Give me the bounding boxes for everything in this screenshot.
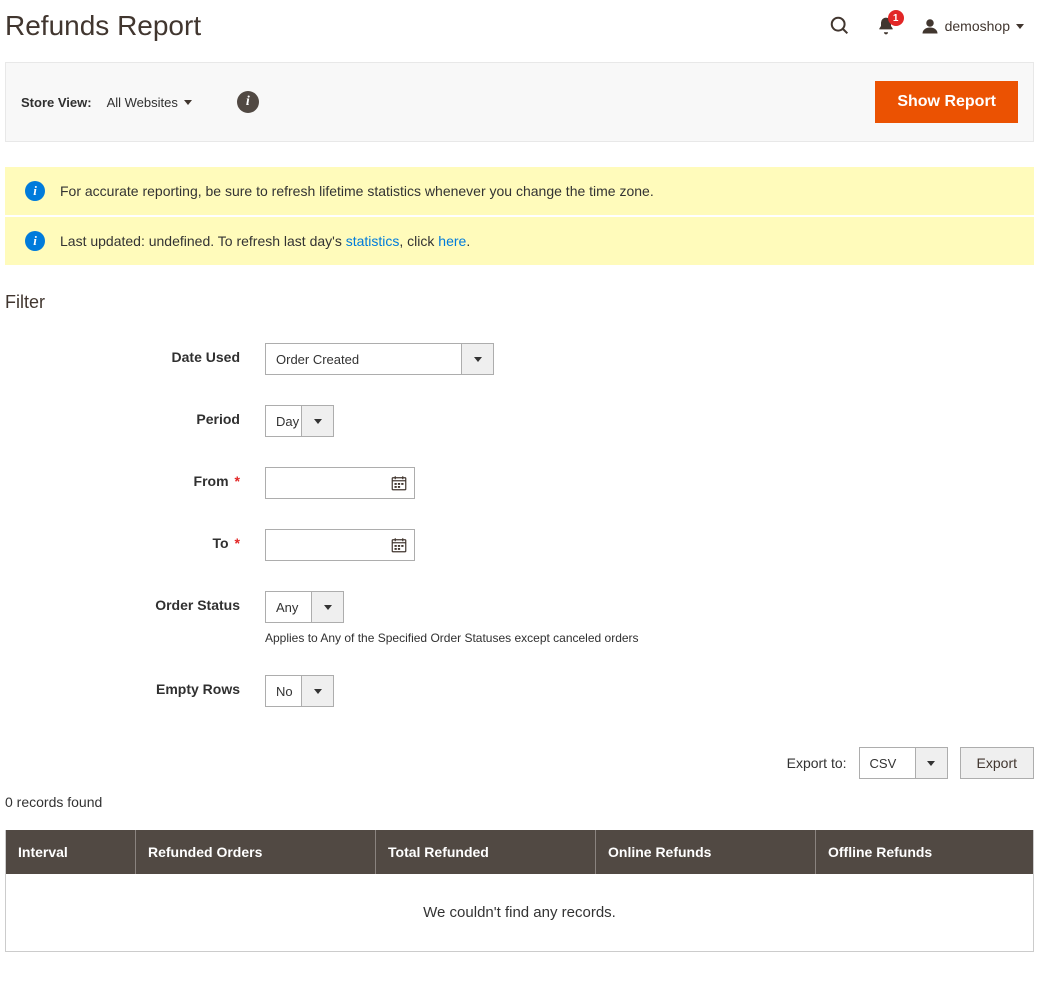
caret-down-icon: [474, 357, 482, 362]
refresh-here-link[interactable]: here: [438, 233, 466, 249]
help-icon[interactable]: i: [237, 91, 259, 113]
report-grid: Interval Refunded Orders Total Refunded …: [5, 830, 1034, 952]
period-select[interactable]: Day: [265, 405, 334, 437]
notification-badge: 1: [888, 10, 904, 26]
scope-bar: Store View: All Websites i Show Report: [5, 62, 1034, 142]
date-used-label: Date Used: [5, 343, 265, 365]
info-message-timezone: i For accurate reporting, be sure to ref…: [5, 167, 1034, 215]
order-status-select[interactable]: Any: [265, 591, 344, 623]
show-report-button[interactable]: Show Report: [875, 81, 1018, 123]
filter-heading: Filter: [5, 292, 1034, 313]
calendar-icon[interactable]: [390, 536, 408, 554]
export-to-label: Export to:: [787, 755, 847, 771]
records-found-text: 0 records found: [0, 794, 1039, 830]
to-label: To*: [5, 529, 265, 551]
grid-header: Interval Refunded Orders Total Refunded …: [6, 830, 1033, 874]
from-date-input[interactable]: [265, 467, 415, 499]
date-used-select[interactable]: Order Created: [265, 343, 494, 375]
to-date-field[interactable]: [276, 538, 371, 553]
caret-down-icon: [927, 761, 935, 766]
to-date-input[interactable]: [265, 529, 415, 561]
info-message-statistics: i Last updated: undefined. To refresh la…: [5, 217, 1034, 265]
caret-down-icon: [1016, 24, 1024, 29]
col-offline-refunds[interactable]: Offline Refunds: [816, 830, 1033, 874]
search-icon[interactable]: [829, 15, 851, 37]
col-total-refunded[interactable]: Total Refunded: [376, 830, 596, 874]
grid-empty-message: We couldn't find any records.: [6, 874, 1033, 951]
caret-down-icon: [184, 100, 192, 105]
caret-down-icon: [314, 689, 322, 694]
empty-rows-label: Empty Rows: [5, 675, 265, 697]
export-button[interactable]: Export: [960, 747, 1034, 779]
info-icon: i: [25, 181, 45, 201]
calendar-icon[interactable]: [390, 474, 408, 492]
from-label: From*: [5, 467, 265, 489]
caret-down-icon: [324, 605, 332, 610]
page-title: Refunds Report: [5, 10, 201, 42]
statistics-link[interactable]: statistics: [346, 233, 400, 249]
period-label: Period: [5, 405, 265, 427]
from-date-field[interactable]: [276, 476, 371, 491]
username: demoshop: [945, 18, 1010, 34]
store-view-select[interactable]: All Websites: [107, 95, 192, 110]
col-online-refunds[interactable]: Online Refunds: [596, 830, 816, 874]
user-menu[interactable]: demoshop: [921, 17, 1024, 35]
order-status-label: Order Status: [5, 591, 265, 613]
export-format-select[interactable]: CSV: [859, 747, 948, 779]
store-view-label: Store View:: [21, 95, 92, 110]
order-status-note: Applies to Any of the Specified Order St…: [265, 631, 1034, 645]
col-refunded-orders[interactable]: Refunded Orders: [136, 830, 376, 874]
empty-rows-select[interactable]: No: [265, 675, 334, 707]
notifications-icon[interactable]: 1: [876, 16, 896, 36]
col-interval[interactable]: Interval: [6, 830, 136, 874]
info-icon: i: [25, 231, 45, 251]
caret-down-icon: [314, 419, 322, 424]
